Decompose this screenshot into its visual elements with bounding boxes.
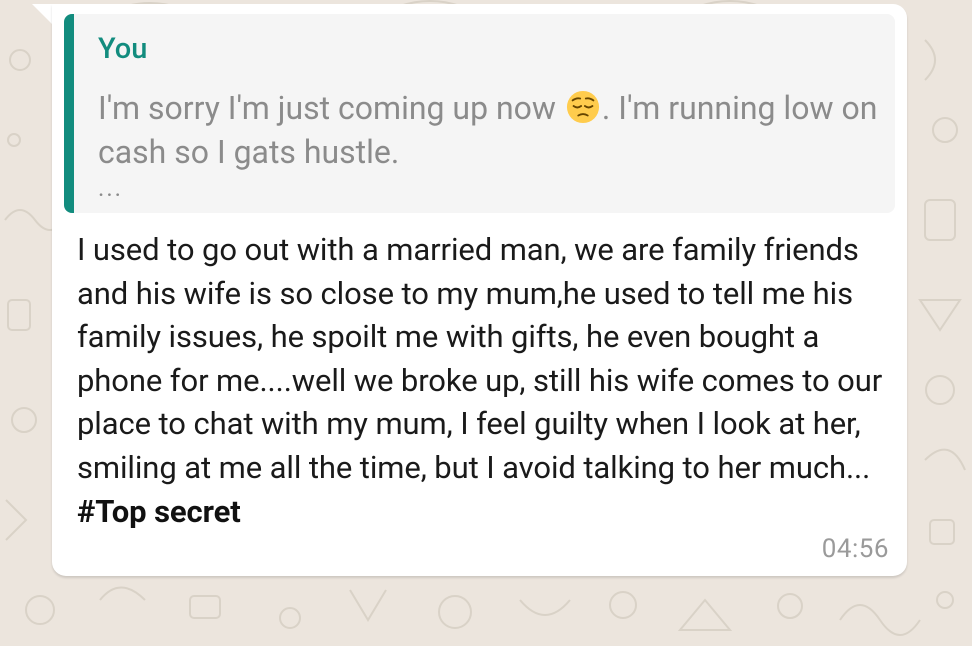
quote-accent-bar bbox=[64, 14, 74, 213]
message-text: I used to go out with a married man, we … bbox=[77, 231, 883, 486]
quoted-reply[interactable]: You I'm sorry I'm just coming up now . I… bbox=[64, 14, 895, 213]
quoted-text: I'm sorry I'm just coming up now . I'm r… bbox=[98, 86, 888, 174]
quoted-text-part-1: I'm sorry I'm just coming up now bbox=[98, 89, 556, 127]
quoted-author: You bbox=[98, 32, 148, 66]
bubble-tail bbox=[32, 4, 54, 26]
pensive-face-emoji-icon bbox=[566, 90, 599, 124]
message-body: I used to go out with a married man, we … bbox=[77, 228, 892, 533]
incoming-message-bubble[interactable]: You I'm sorry I'm just coming up now . I… bbox=[52, 4, 907, 576]
quoted-more-indicator: ... bbox=[98, 174, 123, 202]
message-hashtag: #Top secret bbox=[77, 492, 241, 530]
message-timestamp: 04:56 bbox=[821, 534, 889, 564]
